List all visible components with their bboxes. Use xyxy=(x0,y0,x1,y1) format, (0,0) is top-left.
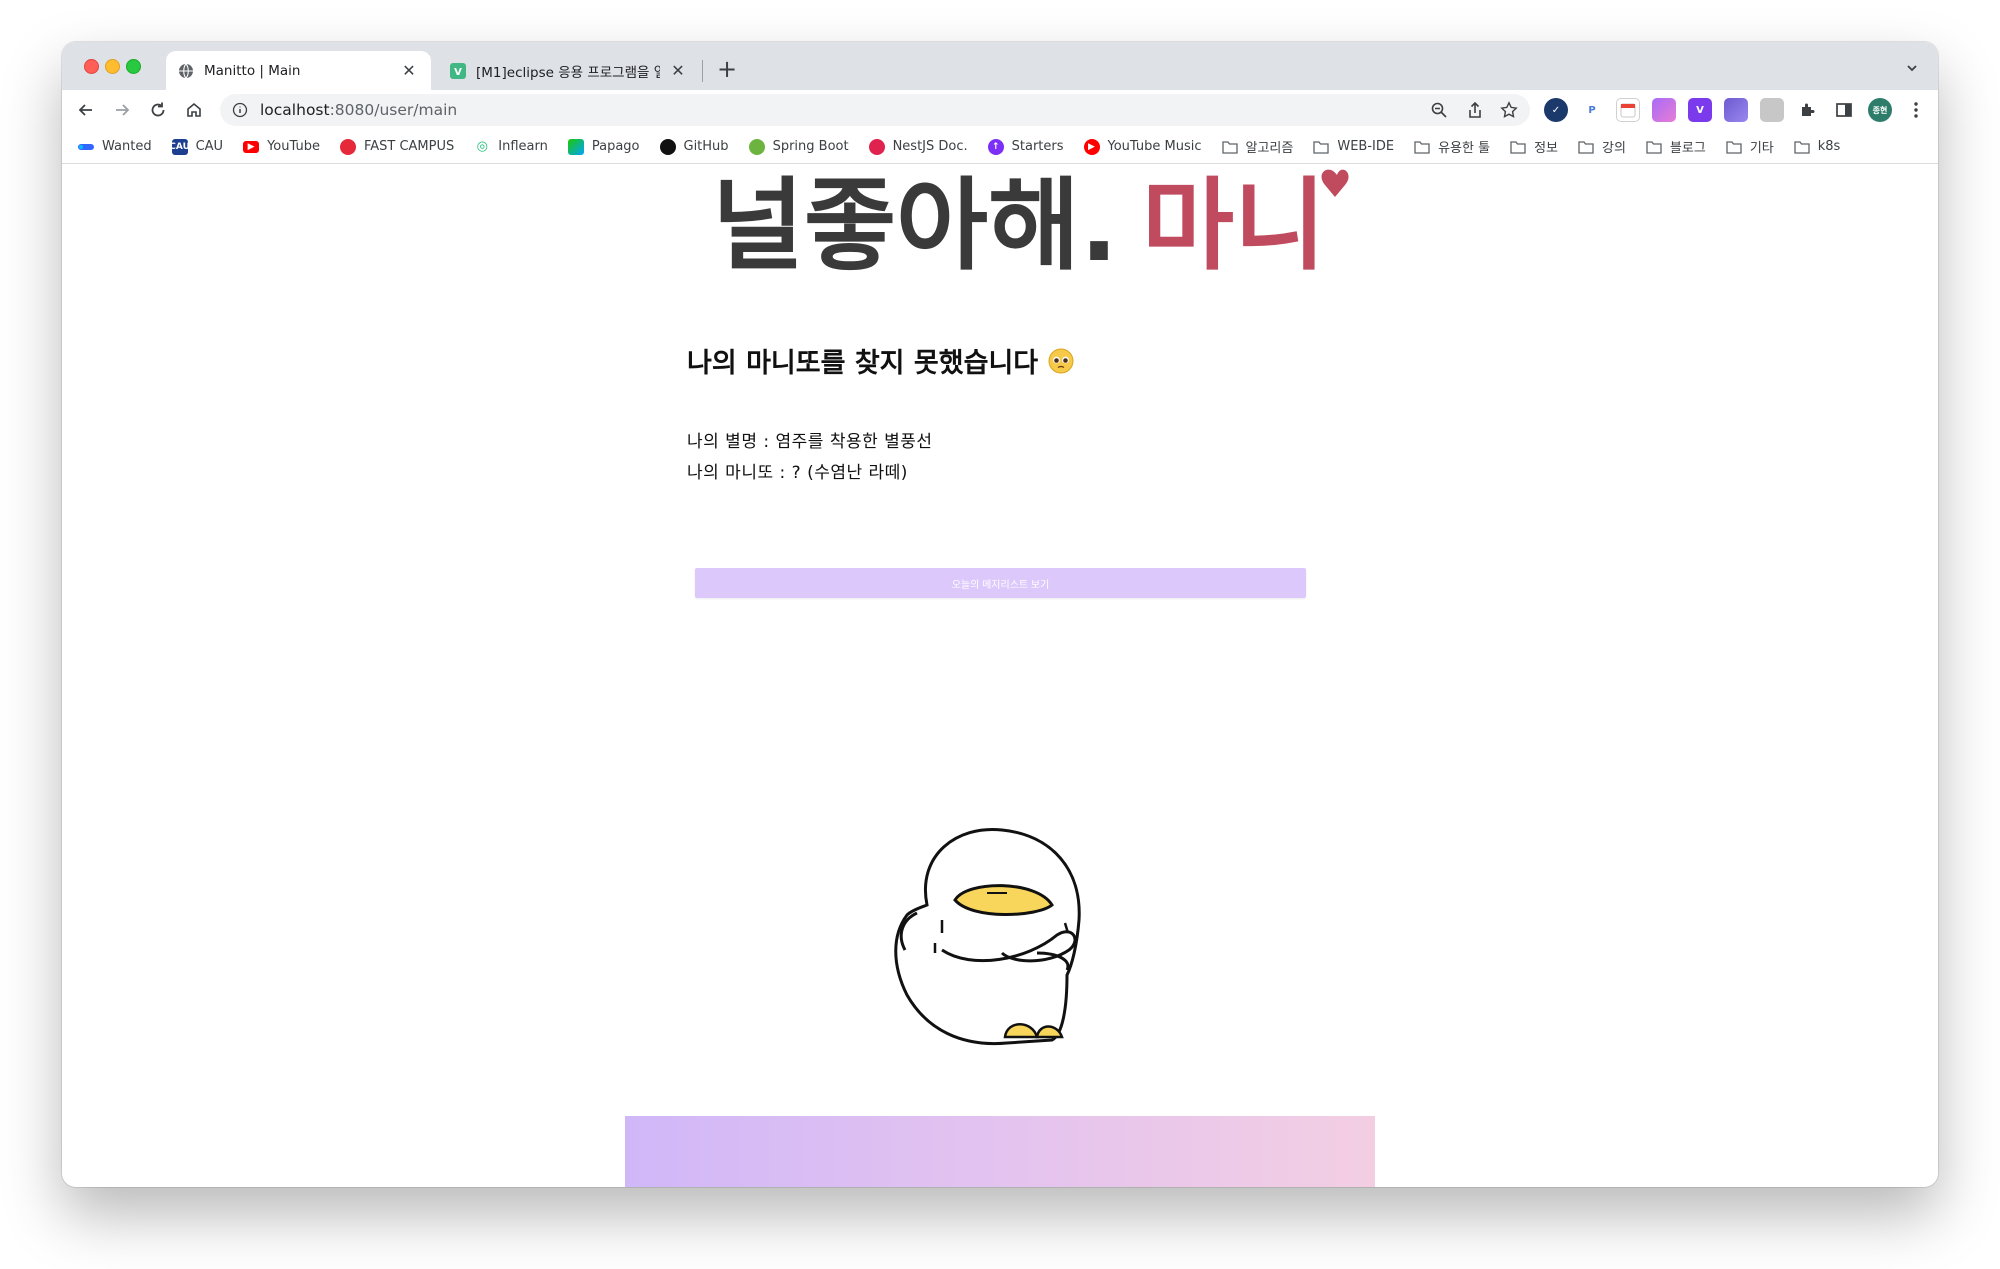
starters-icon: ↑ xyxy=(987,138,1004,155)
url-path: :8080/user/main xyxy=(329,101,458,119)
bookmark-github[interactable]: GitHub xyxy=(659,138,729,155)
bookmark-youtube[interactable]: ▶ YouTube xyxy=(243,139,320,154)
new-tab-button[interactable]: + xyxy=(712,54,742,84)
kebab-menu-icon[interactable] xyxy=(1904,98,1928,122)
bookmark-folder-etc[interactable]: 기타 xyxy=(1726,137,1774,156)
bookmark-starters[interactable]: ↑ Starters xyxy=(987,138,1064,155)
v-app-icon: V xyxy=(450,62,466,79)
share-icon[interactable] xyxy=(1466,94,1484,126)
folder-icon xyxy=(1510,139,1526,155)
fastcampus-icon xyxy=(339,138,356,155)
check-extension-icon[interactable]: ✓ xyxy=(1544,98,1568,122)
spring-icon xyxy=(748,138,765,155)
bookmark-folder-web-ide[interactable]: WEB-IDE xyxy=(1313,139,1394,155)
papago-icon xyxy=(567,138,584,155)
bookmark-inflearn[interactable]: ◎ Inflearn xyxy=(474,139,548,155)
folder-icon xyxy=(1221,139,1238,155)
duck-illustration xyxy=(894,827,1081,1046)
site-logo: 널좋아해. 마니 xyxy=(712,167,1349,284)
bookmark-folder-info[interactable]: 정보 xyxy=(1510,137,1558,156)
feather-extension-icon[interactable] xyxy=(1652,98,1676,122)
tab-title: [M1]eclipse 응용 프로그램을 열 수 xyxy=(476,64,660,81)
close-tab-icon[interactable]: ✕ xyxy=(668,61,688,81)
photo-extension-icon[interactable] xyxy=(1760,98,1784,122)
footer-gradient-banner xyxy=(625,1116,1375,1187)
bookmark-folder-lecture[interactable]: 강의 xyxy=(1578,137,1626,156)
zoom-icon[interactable] xyxy=(1430,94,1448,126)
browser-window: Manitto | Main ✕ V [M1]eclipse 응용 프로그램을 … xyxy=(62,42,1938,1187)
cau-icon: CAU xyxy=(169,138,190,155)
bookmark-folder-algorithm[interactable]: 알고리즘 xyxy=(1221,137,1293,156)
bookmark-folder-k8s[interactable]: k8s xyxy=(1794,139,1840,155)
bookmark-spring-boot[interactable]: Spring Boot xyxy=(748,138,849,155)
address-bar[interactable]: localhost:8080/user/main xyxy=(220,94,1530,126)
maximize-window-button[interactable] xyxy=(126,59,141,74)
globe-icon xyxy=(178,63,194,79)
close-tab-icon[interactable]: ✕ xyxy=(399,61,419,81)
folder-icon xyxy=(1578,139,1594,155)
forward-arrow-icon[interactable] xyxy=(108,96,136,124)
logo-dark-text: 널좋아해. xyxy=(712,167,1118,284)
view-wishlist-button[interactable]: 오늘의 메지리스트 보기 xyxy=(695,568,1306,598)
inflearn-icon: ◎ xyxy=(476,139,488,154)
bookmark-star-icon[interactable] xyxy=(1500,94,1518,126)
page-content: 널좋아해. 마니 나의 마니또를 찾지 못했습니다 나의 별명 : 염주를 착용… xyxy=(62,165,1938,1187)
youtube-music-icon: ▶ xyxy=(1083,138,1100,155)
chevron-down-icon[interactable] xyxy=(1900,56,1924,80)
folder-icon xyxy=(1726,139,1742,155)
side-panel-icon[interactable] xyxy=(1832,98,1856,122)
logo-accent-text: 마니 xyxy=(1142,167,1326,284)
p-extension-icon[interactable]: P xyxy=(1580,98,1604,122)
calendar-extension-icon[interactable] xyxy=(1616,98,1640,122)
folder-icon xyxy=(1794,139,1810,155)
bookmarks-bar: Wanted CAU CAU ▶ YouTube FAST CAMPUS ◎ I… xyxy=(62,130,1938,164)
puzzle-icon[interactable] xyxy=(1796,98,1820,122)
youtube-icon: ▶ xyxy=(243,140,260,153)
bookmark-folder-tools[interactable]: 유용한 툴 xyxy=(1414,137,1490,156)
home-icon[interactable] xyxy=(180,96,208,124)
bookmark-youtube-music[interactable]: ▶ YouTube Music xyxy=(1083,138,1202,155)
folder-icon xyxy=(1313,139,1329,155)
tab-separator xyxy=(702,60,703,82)
page-title: 나의 마니또를 찾지 못했습니다 xyxy=(687,341,1074,380)
tab-strip: Manitto | Main ✕ V [M1]eclipse 응용 프로그램을 … xyxy=(62,42,1938,90)
nickname-text: 나의 별명 : 염주를 착용한 별풍선 xyxy=(687,432,933,452)
bookmark-wanted[interactable]: Wanted xyxy=(78,139,152,155)
manitto-text: 나의 마니또 : ? (수염난 라떼) xyxy=(687,463,908,483)
nestjs-icon xyxy=(868,138,885,155)
bookmark-fastcampus[interactable]: FAST CAMPUS xyxy=(339,138,454,155)
minimize-window-button[interactable] xyxy=(105,59,120,74)
site-info-icon[interactable] xyxy=(232,102,248,118)
reload-icon[interactable] xyxy=(144,96,172,124)
folder-icon xyxy=(1414,139,1430,155)
back-arrow-icon[interactable] xyxy=(72,96,100,124)
profile-avatar[interactable]: 종현 xyxy=(1868,98,1892,122)
bookmark-papago[interactable]: Papago xyxy=(567,138,640,155)
purple-extension-icon[interactable] xyxy=(1724,98,1748,122)
v-extension-icon[interactable]: V xyxy=(1688,98,1712,122)
close-window-button[interactable] xyxy=(84,59,99,74)
pleading-face-icon xyxy=(1048,348,1074,373)
github-icon xyxy=(659,138,676,155)
bookmark-folder-blog[interactable]: 블로그 xyxy=(1646,137,1706,156)
tab-eclipse[interactable]: V [M1]eclipse 응용 프로그램을 열 수 ✕ xyxy=(438,51,700,90)
tab-title: Manitto | Main xyxy=(204,62,301,79)
folder-icon xyxy=(1646,139,1662,155)
navigation-toolbar: localhost:8080/user/main ✓ P V 종현 xyxy=(62,90,1938,130)
bookmark-cau[interactable]: CAU CAU xyxy=(169,138,223,155)
svg-text:V: V xyxy=(454,67,462,78)
tab-manitto-main[interactable]: Manitto | Main ✕ xyxy=(166,51,431,90)
wanted-icon xyxy=(78,139,94,155)
url-host: localhost xyxy=(260,101,330,119)
bookmark-nestjs[interactable]: NestJS Doc. xyxy=(868,138,968,155)
